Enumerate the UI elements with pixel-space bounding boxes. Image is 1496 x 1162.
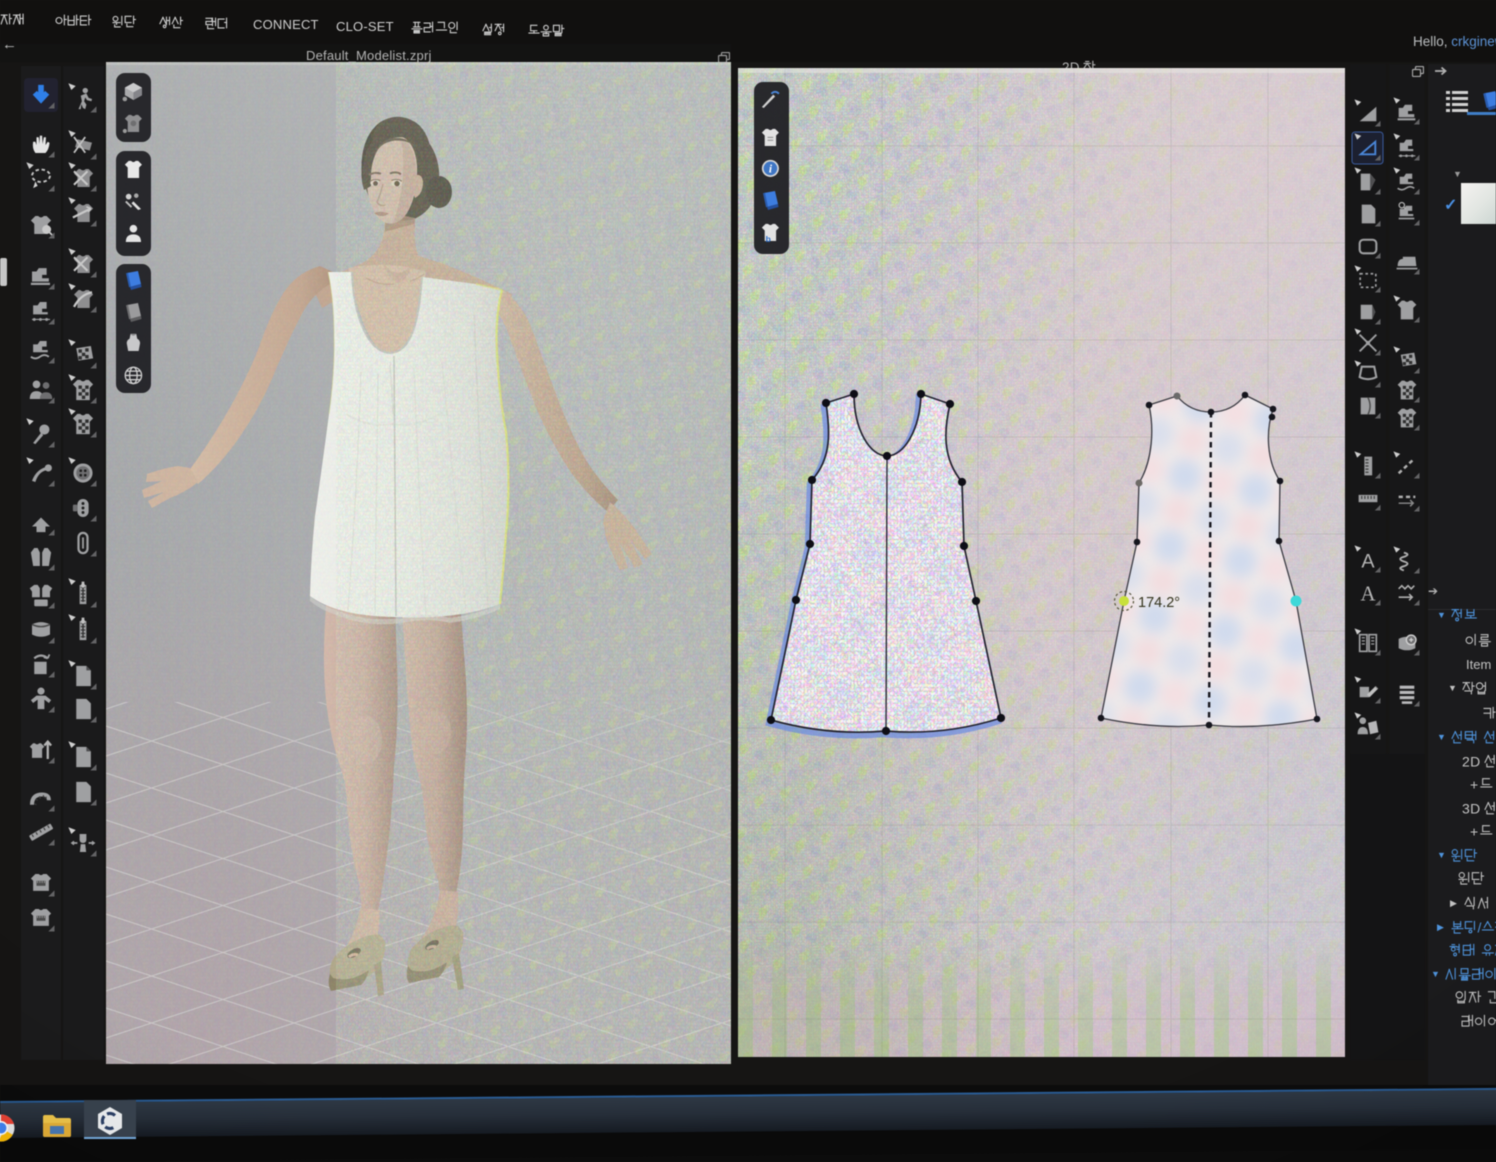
svg-text:D: D [1470, 800, 1480, 816]
svg-text:+: + [1470, 823, 1478, 839]
svg-text:A: A [1361, 550, 1375, 572]
svg-text:3: 3 [1462, 800, 1470, 816]
svg-text:+: + [1470, 776, 1478, 792]
svg-text:A: A [1360, 581, 1375, 605]
svg-text:/: / [1478, 919, 1482, 935]
svg-text:2: 2 [1462, 753, 1470, 769]
svg-text:D: D [1470, 753, 1480, 769]
svg-text:b: b [766, 234, 771, 244]
svg-text:174.2°: 174.2° [1138, 595, 1180, 611]
